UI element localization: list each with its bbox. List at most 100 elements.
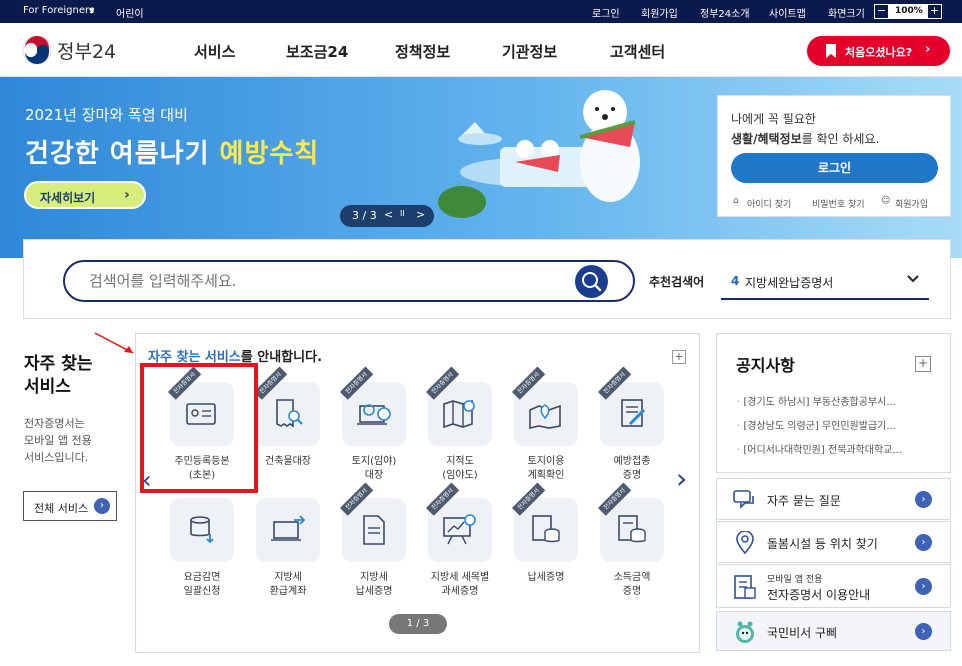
notice-item[interactable]: · [경기도 하남시] 부동산종합공부시... [737, 393, 927, 408]
service-label: 요금감면 일괄신청 [183, 572, 221, 597]
document-coins-icon [532, 515, 560, 543]
map-search-icon [443, 399, 475, 429]
service-local-tax-payment[interactable]: 전자증명서 [340, 482, 406, 562]
service-land-register[interactable]: 전자증명서 [340, 366, 406, 446]
service-label: 납세증명 [527, 572, 565, 583]
service-income-certificate[interactable]: 전자증명서 [598, 482, 664, 562]
recommend-dropdown[interactable]: 4 지방세완납증명서 [721, 262, 929, 300]
services-pager[interactable]: 1 / 3 [389, 614, 447, 634]
laptop-refund-icon [271, 515, 306, 541]
services-next-arrow-icon[interactable]: › [676, 462, 687, 495]
arrow-right-icon: › [915, 534, 932, 551]
search-area: 추천검색어 4 지방세완납증명서 [23, 239, 951, 319]
arrow-right-icon: › [94, 498, 110, 514]
notice-item[interactable]: · [경상남도 의령군] 무인민원발급기... [737, 417, 927, 432]
zoom-control: − 100% + [874, 4, 942, 19]
font-size-label: 화면크기 [828, 9, 865, 20]
bookmark-icon [826, 44, 836, 58]
find-password-link[interactable]: 비밀번호 찾기 [812, 197, 865, 210]
kids-link[interactable]: 어린이 [116, 5, 144, 20]
recommend-keyword: 지방세완납증명서 [745, 276, 834, 290]
chart-board-search-icon [443, 514, 476, 545]
chevron-right-icon: › [124, 187, 130, 203]
taegeuk-logo-icon[interactable] [22, 35, 52, 65]
service-label: 지방세 세목별 과세증명 [430, 572, 490, 597]
caret-down-icon[interactable]: ▼ [89, 7, 94, 15]
zoom-value: 100% [895, 6, 923, 16]
document-coins-icon [618, 515, 646, 543]
chevron-right-icon: › [925, 42, 931, 57]
service-building-register[interactable]: 전자증명서 [254, 366, 320, 446]
slide-counter: 3 / 3 [352, 209, 377, 222]
syringe-document-icon [621, 399, 646, 427]
login-prompt-line1: 나에게 꼭 필요한 [731, 112, 816, 126]
prev-slide-button[interactable]: < [384, 208, 393, 221]
login-button[interactable]: 로그인 [731, 153, 938, 183]
gupp-mascot-icon [736, 621, 754, 643]
nav-agency[interactable]: 기관정보 [502, 41, 557, 62]
nav-subsidy24[interactable]: 보조금24 [286, 41, 348, 62]
zoom-out-button[interactable]: − [875, 5, 888, 18]
frequent-services-title: 자주 찾는 서비스 [24, 354, 93, 397]
service-local-tax-refund[interactable] [256, 498, 320, 562]
all-services-button[interactable]: 전체 서비스 › [23, 491, 117, 521]
service-local-tax-itemized[interactable]: 전자증명서 [426, 482, 492, 562]
site-logo[interactable]: 정부24 [57, 37, 116, 64]
for-foreigners-link[interactable]: For Foreigners [23, 5, 94, 16]
search-input[interactable] [63, 260, 635, 302]
service-label: 토지(임야) 대장 [351, 456, 397, 481]
recommend-rank: 4 [731, 274, 740, 288]
gupp-assistant-link[interactable]: 국민비서 구삐 › [716, 611, 951, 651]
arrow-right-icon: › [915, 623, 932, 640]
search-icon [582, 272, 602, 292]
hero-more-button[interactable]: 자세히보기 › [24, 181, 146, 209]
service-fee-reduction[interactable] [170, 498, 234, 562]
nav-policy[interactable]: 정책정보 [395, 41, 450, 62]
login-prompt-line2: 생활/혜택정보를 확인 하세요. [731, 132, 880, 146]
mobile-document-icon [734, 575, 756, 599]
service-label: 소득금액 증명 [613, 572, 651, 597]
services-more-plus-icon[interactable]: + [672, 350, 686, 364]
laptop-location-icon [357, 404, 391, 425]
service-label: 지적도 (임야도) [442, 456, 478, 481]
service-label: 지방세 납세증명 [355, 572, 393, 597]
chevron-down-icon [907, 275, 919, 283]
service-cadastral-map[interactable]: 전자증명서 [426, 366, 492, 446]
login-join-link[interactable]: 회원가입 [895, 197, 928, 210]
find-id-link[interactable]: 아이디 찾기 [747, 197, 791, 210]
service-land-use-plan[interactable]: 전자증명서 [512, 366, 578, 446]
arrow-right-icon: › [915, 491, 932, 508]
location-pin-icon [736, 531, 754, 555]
coin-stack-icon [190, 516, 214, 544]
hero-subtitle: 2021년 장마와 폭염 대비 [25, 106, 188, 124]
notice-panel: 공지사항 + · [경기도 하남시] 부동산종합공부시... · [경상남도 의… [716, 333, 951, 473]
mobile-certificate-guide-link[interactable]: 모바일 앱 전용 전자증명서 이용안내 › [716, 564, 951, 608]
nav-customer-center[interactable]: 고객센터 [610, 41, 665, 62]
login-box: 나에게 꼭 필요한 생활/혜택정보를 확인 하세요. 로그인 ⌂ 아이디 찾기 … [717, 95, 951, 217]
site-header: 정부24 서비스 보조금24 정책정보 기관정보 고객센터 처음오셨나요? › [0, 23, 962, 77]
user-icon: ☺ [881, 196, 891, 206]
search-button[interactable] [575, 265, 608, 298]
next-slide-button[interactable]: > [416, 208, 425, 221]
pause-button[interactable]: II [400, 209, 405, 218]
map-pin-icon [529, 404, 561, 429]
sitemap-link[interactable]: 사이트맵 [769, 5, 806, 20]
zoom-in-button[interactable]: + [928, 5, 941, 18]
care-facility-link[interactable]: 돌봄시설 등 위치 찾기 › [716, 521, 951, 563]
top-login-link[interactable]: 로그인 [592, 5, 620, 20]
hero-title: 건강한 여름나기 예방수칙 [25, 139, 320, 169]
first-visit-label: 처음오셨나요? [845, 46, 913, 59]
nav-service[interactable]: 서비스 [194, 41, 235, 62]
notice-item[interactable]: · [어디서나대학민원] 전북과학대학교... [737, 441, 927, 456]
service-label: 지방세 환급계좌 [269, 572, 307, 597]
intro-link[interactable]: 정부24소개 [700, 5, 750, 20]
first-visit-button[interactable]: 처음오셨나요? › [807, 36, 950, 66]
notice-more-plus-icon[interactable]: + [915, 356, 931, 372]
annotation-highlight-box [140, 363, 258, 493]
top-join-link[interactable]: 회원가입 [641, 5, 678, 20]
service-tax-payment-certificate[interactable]: 전자증명서 [512, 482, 578, 562]
document-icon [363, 515, 385, 545]
document-search-icon [276, 399, 303, 428]
service-vaccination-certificate[interactable]: 전자증명서 [598, 366, 664, 446]
faq-link[interactable]: 자주 묻는 질문 › [716, 478, 951, 520]
